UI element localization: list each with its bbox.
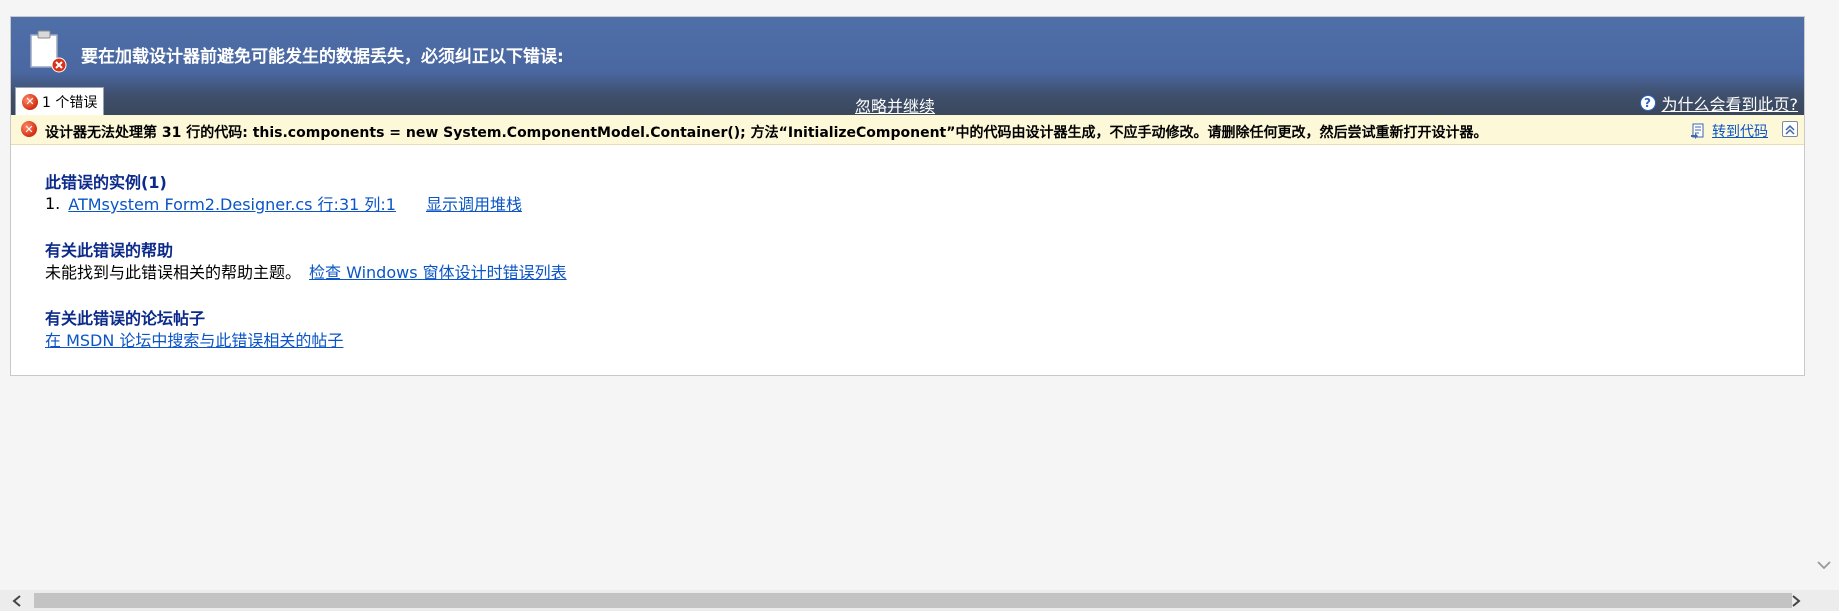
help-text: 未能找到与此错误相关的帮助主题。 [45,263,302,282]
goto-code-link[interactable]: 转到代码 [1712,121,1768,141]
designer-error-panel: 要在加载设计器前避免可能发生的数据丢失，必须纠正以下错误: ✕ 1 个错误 忽略… [10,16,1805,376]
scroll-thumb[interactable] [34,593,1792,608]
instance-index: 1. [45,193,61,213]
error-details: 此错误的实例(1) 1. ATMsystem Form2.Designer.cs… [45,169,567,351]
collapse-button[interactable] [1782,121,1798,137]
chevron-right-icon [1792,594,1801,607]
error-message: 设计器无法处理第 31 行的代码: this.components = new … [45,125,1488,141]
scroll-down-arrow[interactable] [1815,556,1833,574]
instance-row: 1. ATMsystem Form2.Designer.cs 行:31 列:1 … [45,191,567,215]
help-title: 有关此错误的帮助 [45,241,174,260]
forum-row: 在 MSDN 论坛中搜索与此错误相关的帖子 [45,327,567,351]
error-message-bar: ✕ 设计器无法处理第 31 行的代码: this.components = ne… [11,115,1804,145]
help-icon: ? [1639,95,1656,111]
horizontal-scrollbar[interactable] [0,590,1839,611]
forum-link[interactable]: 在 MSDN 论坛中搜索与此错误相关的帖子 [45,327,343,351]
scroll-left-arrow[interactable] [6,590,28,611]
forum-title: 有关此错误的论坛帖子 [45,309,206,328]
error-circle-icon: ✕ [21,121,37,137]
error-banner: 要在加载设计器前避免可能发生的数据丢失，必须纠正以下错误: ✕ 1 个错误 忽略… [11,17,1804,117]
instance-link[interactable]: ATMsystem Form2.Designer.cs 行:31 列:1 [68,191,396,215]
ignore-and-continue-link[interactable]: 忽略并继续 [855,93,935,117]
instances-title: 此错误的实例(1) [45,173,167,192]
tab-errors[interactable]: ✕ 1 个错误 [15,87,105,115]
document-error-icon [30,30,67,73]
help-row: 未能找到与此错误相关的帮助主题。 检查 Windows 窗体设计时错误列表 [45,259,567,283]
collapse-icon [1785,124,1795,135]
why-see-page-link[interactable]: 为什么会看到此页? [1662,91,1799,115]
help-link[interactable]: 检查 Windows 窗体设计时错误列表 [309,259,567,283]
error-count-label: 1 个错误 [42,94,98,111]
show-call-stack-link[interactable]: 显示调用堆栈 [426,191,522,215]
scroll-right-arrow[interactable] [1785,590,1807,611]
error-circle-icon: ✕ [22,93,38,110]
goto-code: 转到代码 [1690,121,1768,141]
goto-code-icon [1691,123,1704,139]
chevron-left-icon [12,594,21,607]
banner-title: 要在加载设计器前避免可能发生的数据丢失，必须纠正以下错误: [81,47,564,67]
why-see-page: ? 为什么会看到此页? [1639,91,1799,115]
